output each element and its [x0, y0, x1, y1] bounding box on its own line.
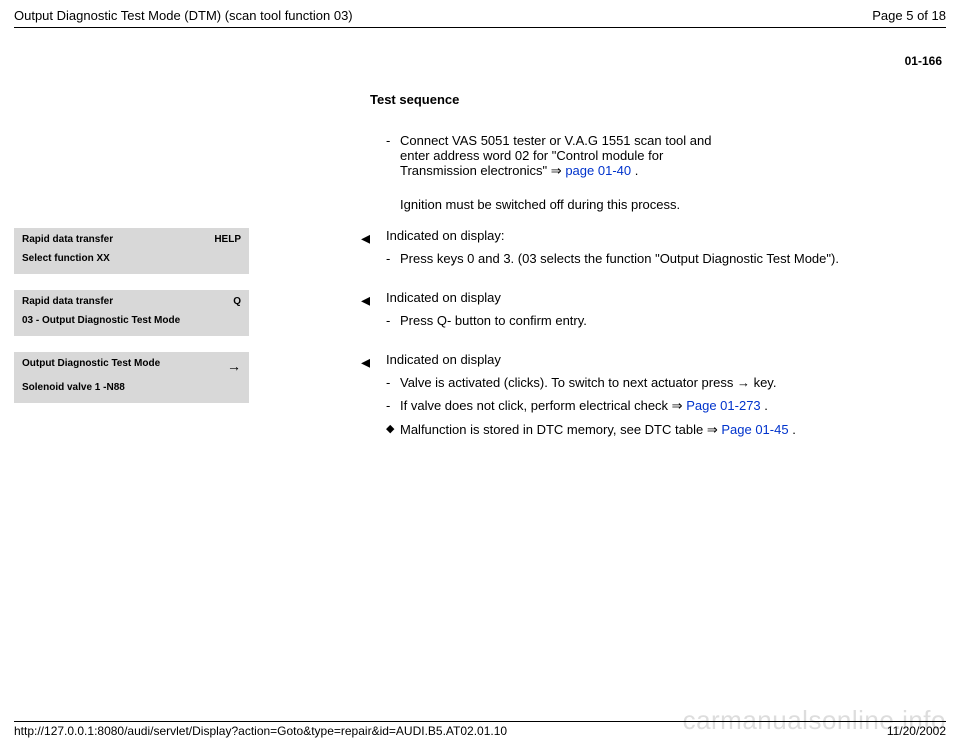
display-panel-2-wrap: Output Diagnostic Test Mode → Solenoid v… — [14, 352, 334, 403]
bullet-dash-icon: - — [386, 398, 400, 414]
footer-url: http://127.0.0.1:8080/audi/servlet/Displ… — [14, 724, 507, 738]
intro-arrow-spacer — [334, 125, 370, 126]
footer-date: 11/20/2002 — [887, 724, 946, 738]
arrow-right-icon: ⇒ — [672, 398, 683, 413]
row-2-item-2: ◆ Malfunction is stored in DTC memory, s… — [386, 422, 946, 438]
page-footer: http://127.0.0.1:8080/audi/servlet/Displ… — [14, 721, 946, 738]
row-1-title: Indicated on display — [386, 290, 946, 305]
document-title: Output Diagnostic Test Mode (DTM) (scan … — [14, 8, 353, 23]
intro-right: - Connect VAS 5051 tester or V.A.G 1551 … — [370, 125, 726, 212]
row-2-item-2-pre: Malfunction is stored in DTC memory, see… — [400, 422, 707, 437]
bullet-dash-icon: - — [386, 251, 400, 266]
row-2-item-1-pre: If valve does not click, perform electri… — [400, 398, 672, 413]
row-1-item-0-text: Press Q- button to confirm entry. — [400, 313, 946, 328]
row-0-title: Indicated on display: — [386, 228, 946, 243]
panel-line2: Select function XX — [22, 253, 241, 264]
row-1-item-0: - Press Q- button to confirm entry. — [386, 313, 946, 328]
display-panel-0-wrap: Rapid data transfer HELP Select function… — [14, 228, 334, 274]
intro-text: Connect VAS 5051 tester or V.A.G 1551 sc… — [400, 133, 726, 179]
arrow-right-icon: → — [737, 375, 750, 390]
pointer-left-icon: ◂ — [334, 290, 370, 309]
display-panel: Rapid data transfer HELP Select function… — [14, 228, 249, 274]
row-2-item-0-text: Valve is activated (clicks). To switch t… — [400, 375, 946, 390]
arrow-right-icon: ⇒ — [551, 163, 562, 178]
intro-text-post: . — [635, 163, 639, 178]
arrow-right-icon: → — [227, 358, 241, 374]
row-0-item-0: - Press keys 0 and 3. (03 selects the fu… — [386, 251, 946, 266]
display-panel: Rapid data transfer Q 03 - Output Diagno… — [14, 290, 249, 336]
row-2-text: Indicated on display - Valve is activate… — [370, 352, 946, 438]
page-container: Output Diagnostic Test Mode (DTM) (scan … — [0, 0, 960, 742]
row-2-item-1: - If valve does not click, perform elect… — [386, 398, 946, 414]
pointer-left-icon: ◂ — [334, 228, 370, 247]
row-2-item-1-text: If valve does not click, perform electri… — [400, 398, 946, 414]
row-2-item-1-tail: . — [764, 398, 768, 413]
content-area: Test sequence - Connect VAS 5051 tester … — [14, 92, 946, 438]
display-row-1: Rapid data transfer Q 03 - Output Diagno… — [14, 290, 946, 336]
panel-line1-right: HELP — [214, 234, 241, 245]
display-row-2: Output Diagnostic Test Mode → Solenoid v… — [14, 352, 946, 438]
row-2-item-0: - Valve is activated (clicks). To switch… — [386, 375, 946, 390]
row-2-item-0-pre: Valve is activated (clicks). To switch t… — [400, 375, 737, 390]
bullet-dash-icon: - — [386, 133, 400, 179]
link-page-01-45[interactable]: Page 01-45 — [721, 422, 788, 437]
pointer-left-icon: ◂ — [334, 352, 370, 371]
row-0-text: Indicated on display: - Press keys 0 and… — [370, 228, 946, 266]
arrow-right-icon: ⇒ — [707, 422, 718, 437]
section-heading: Test sequence — [370, 92, 946, 107]
page-number-label: Page 5 of 18 — [872, 8, 946, 23]
bullet-diamond-icon: ◆ — [386, 422, 400, 438]
page-header: Output Diagnostic Test Mode (DTM) (scan … — [14, 8, 946, 23]
panel-line1-left: Rapid data transfer — [22, 234, 113, 245]
row-2-title: Indicated on display — [386, 352, 946, 367]
row-2-item-2-text: Malfunction is stored in DTC memory, see… — [400, 422, 946, 438]
link-page-01-40[interactable]: page 01-40 — [565, 163, 631, 178]
panel-line2: Solenoid valve 1 -N88 — [22, 382, 241, 393]
panel-line1-right: Q — [233, 296, 241, 307]
display-panel: Output Diagnostic Test Mode → Solenoid v… — [14, 352, 249, 403]
header-divider — [14, 27, 946, 28]
display-panel-1-wrap: Rapid data transfer Q 03 - Output Diagno… — [14, 290, 334, 336]
section-number: 01-166 — [14, 54, 942, 68]
intro-bullet: - Connect VAS 5051 tester or V.A.G 1551 … — [386, 133, 726, 179]
bullet-dash-icon: - — [386, 375, 400, 390]
panel-line1-left: Rapid data transfer — [22, 296, 113, 307]
row-1-text: Indicated on display - Press Q- button t… — [370, 290, 946, 328]
row-2-item-2-tail: . — [792, 422, 796, 437]
intro-note: Ignition must be switched off during thi… — [400, 197, 726, 212]
intro-block: - Connect VAS 5051 tester or V.A.G 1551 … — [14, 125, 946, 212]
panel-line2: 03 - Output Diagnostic Test Mode — [22, 315, 241, 326]
panel-line1-left: Output Diagnostic Test Mode — [22, 358, 160, 374]
display-row-0: Rapid data transfer HELP Select function… — [14, 228, 946, 274]
row-2-item-0-tail: key. — [754, 375, 777, 390]
bullet-dash-icon: - — [386, 313, 400, 328]
link-page-01-273[interactable]: Page 01-273 — [686, 398, 760, 413]
row-0-item-0-text: Press keys 0 and 3. (03 selects the func… — [400, 251, 946, 266]
